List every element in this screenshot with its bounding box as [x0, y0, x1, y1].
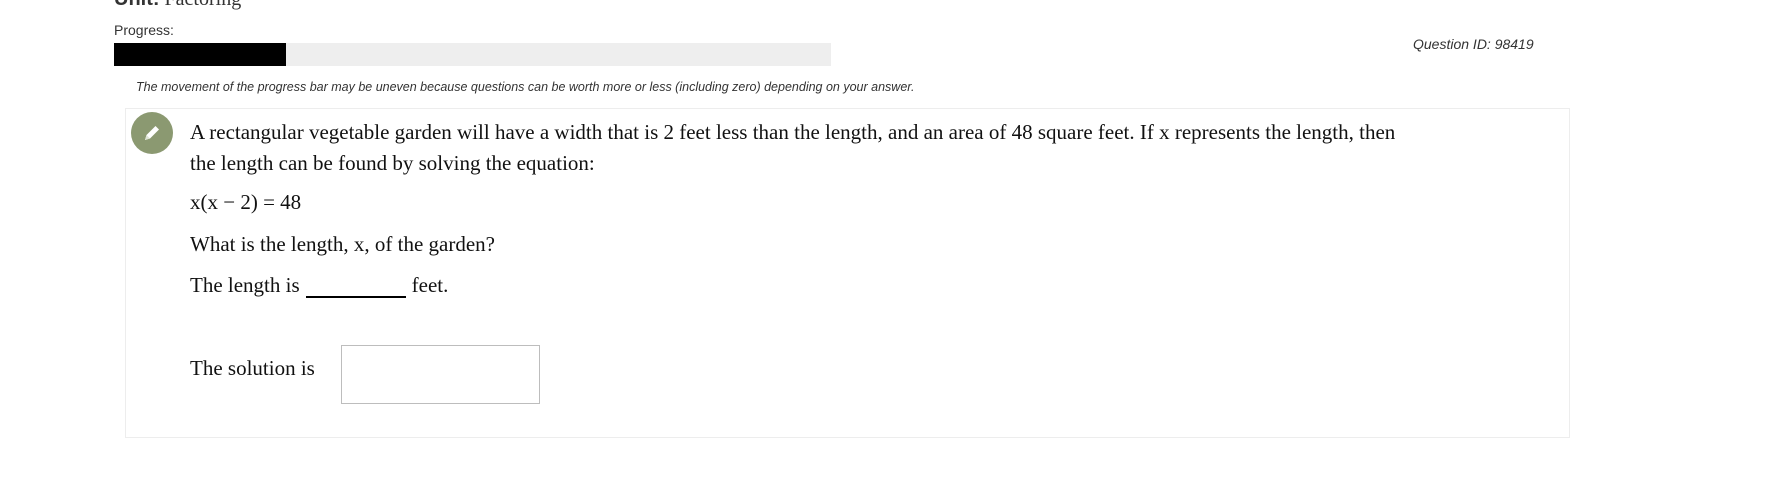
answer-prefix: The length is	[190, 273, 300, 297]
question-prompt: What is the length, x, of the garden?	[190, 232, 495, 256]
equation: x(x − 2) = 48	[190, 190, 302, 214]
progress-note: The movement of the progress bar may be …	[136, 80, 915, 94]
progress-label: Progress:	[114, 22, 174, 38]
progress-bar-fill	[114, 43, 287, 66]
unit-name: Factoring	[165, 0, 242, 10]
answer-sentence: The length is feet.	[190, 272, 448, 298]
question-text-line1: A rectangular vegetable garden will have…	[190, 120, 1396, 144]
answer-blank	[305, 272, 406, 298]
answer-suffix: feet.	[411, 273, 449, 297]
question-text-line2: the length can be found by solving the e…	[190, 151, 595, 175]
unit-title: Unit: Factoring	[114, 0, 241, 11]
pencil-icon	[131, 112, 173, 154]
unit-prefix: Unit:	[114, 0, 160, 10]
solution-input[interactable]	[341, 345, 540, 404]
progress-bar	[114, 43, 831, 66]
solution-label: The solution is	[190, 356, 315, 380]
question-id: Question ID: 98419	[1413, 36, 1534, 52]
